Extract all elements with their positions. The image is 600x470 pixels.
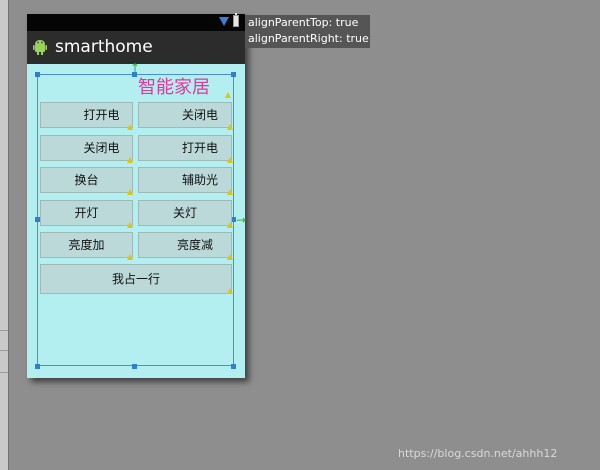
app-title: smarthome: [55, 37, 153, 57]
resize-handle[interactable]: [35, 72, 40, 77]
tooltip-line-right: alignParentRight: true: [248, 32, 369, 45]
watermark: https://blog.csdn.net/ahhh12: [398, 447, 558, 460]
android-icon: [33, 40, 47, 55]
warning-icon: [127, 124, 133, 130]
anchor-arrow-right-icon: →: [236, 213, 247, 227]
light-off-button[interactable]: 关灯: [138, 200, 232, 226]
page-heading: 智能家居: [138, 77, 210, 98]
wifi-icon: [219, 17, 229, 26]
warning-icon: [227, 254, 233, 260]
warning-icon: [225, 92, 231, 98]
warning-icon: [127, 189, 133, 195]
resize-handle[interactable]: [231, 72, 236, 77]
action-bar: smarthome: [27, 31, 245, 64]
palette-divider: [0, 330, 8, 331]
palette-edge: [8, 0, 9, 470]
palette-divider: [0, 372, 8, 373]
warning-icon: [127, 157, 133, 163]
close-tv-button[interactable]: 关闭电: [138, 102, 232, 128]
brightness-up-button[interactable]: 亮度加: [40, 232, 133, 258]
warning-icon: [227, 222, 233, 228]
open-ac-button[interactable]: 打开电: [138, 135, 232, 161]
open-tv-button[interactable]: 打开电: [40, 102, 133, 128]
change-channel-button[interactable]: 换台: [40, 167, 133, 193]
status-bar: [27, 13, 245, 31]
resize-handle[interactable]: [132, 364, 137, 369]
battery-icon: [233, 13, 239, 27]
tooltip-line-top: alignParentTop: true: [248, 16, 359, 29]
resize-handle[interactable]: [35, 364, 40, 369]
palette-divider: [0, 350, 8, 351]
resize-handle[interactable]: [231, 364, 236, 369]
full-row-button[interactable]: 我占一行: [40, 264, 232, 294]
warning-icon: [227, 157, 233, 163]
warning-icon: [227, 288, 233, 294]
light-on-button[interactable]: 开灯: [40, 200, 133, 226]
close-ac-button[interactable]: 关闭电: [40, 135, 133, 161]
warning-icon: [227, 189, 233, 195]
aux-light-button[interactable]: 辅助光: [138, 167, 232, 193]
layout-params-tooltip: alignParentTop: true alignParentRight: t…: [245, 15, 370, 48]
anchor-arrow-top-icon: ↑: [130, 61, 141, 75]
warning-icon: [127, 222, 133, 228]
warning-icon: [227, 124, 233, 130]
palette-strip: [0, 0, 9, 470]
brightness-down-button[interactable]: 亮度减: [138, 232, 232, 258]
warning-icon: [127, 254, 133, 260]
